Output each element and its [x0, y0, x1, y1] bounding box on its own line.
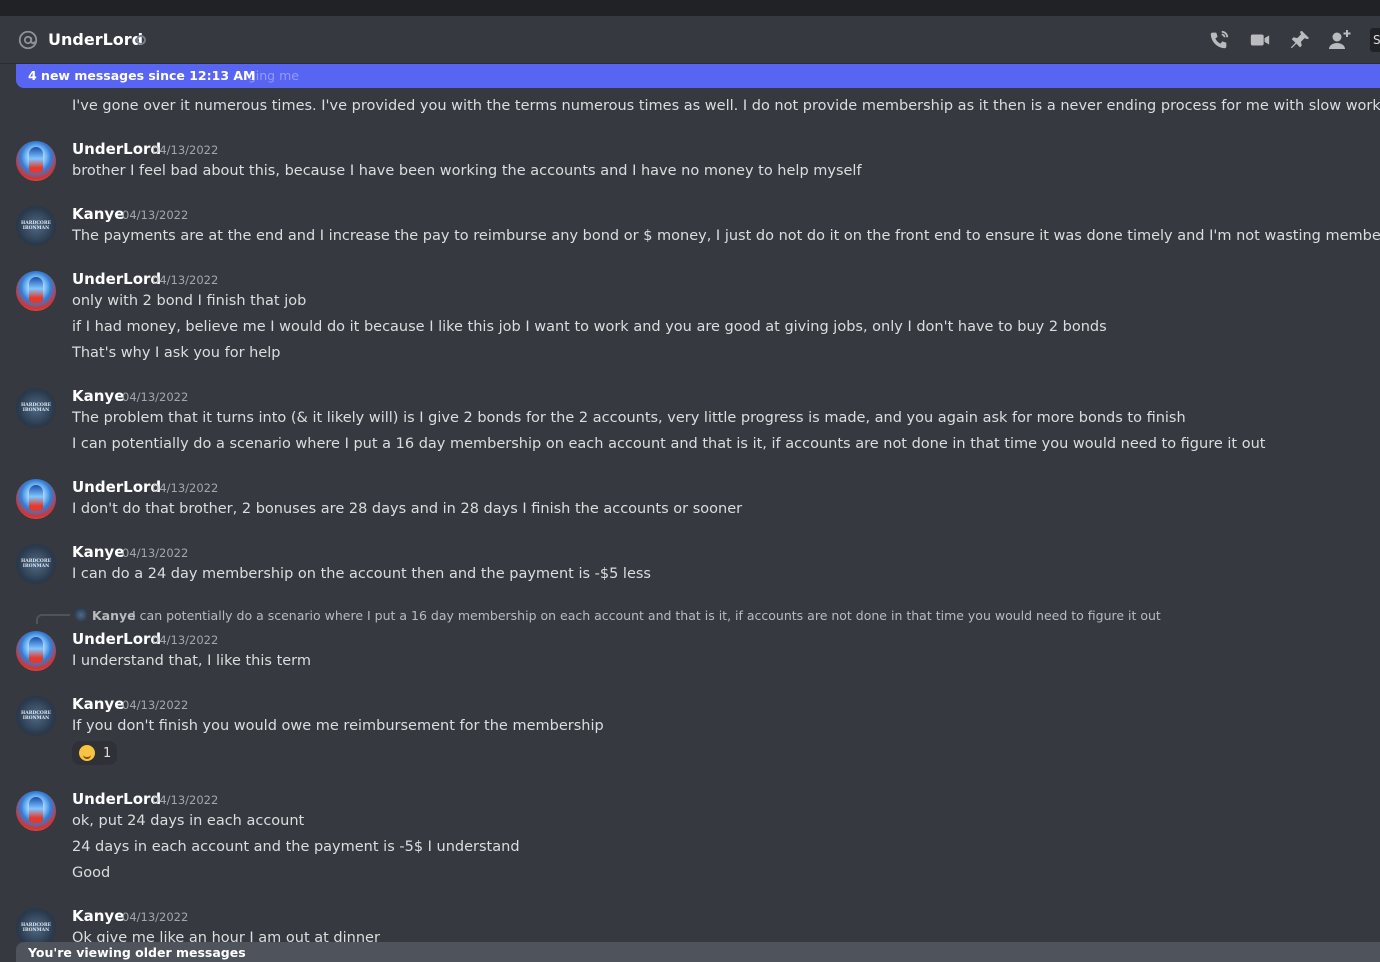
window-titlebar: [0, 0, 1380, 16]
message-author[interactable]: Kanye: [72, 906, 124, 926]
new-messages-label: 4 new messages since 12:13 AM: [28, 68, 256, 83]
message-author[interactable]: UnderLord: [72, 139, 161, 159]
avatar[interactable]: HARDCORE IRONMAN: [16, 908, 56, 942]
message-timestamp: 04/13/2022: [152, 143, 219, 157]
new-messages-ghost-text: ging me: [247, 68, 299, 83]
message-content: I don't do that brother, 2 bonuses are 2…: [72, 501, 743, 517]
message-timestamp: 04/13/2022: [152, 793, 219, 807]
reply-author[interactable]: Kanye: [92, 608, 136, 624]
reaction-count: 1: [103, 745, 112, 761]
add-friend-icon[interactable]: [1328, 28, 1352, 52]
avatar[interactable]: HARDCORE IRONMAN: [16, 388, 56, 428]
message-timestamp: 04/13/2022: [122, 910, 189, 924]
message-author[interactable]: UnderLord: [72, 269, 161, 289]
message-content: That's why I ask you for help: [72, 345, 281, 361]
message-content: brother I feel bad about this, because I…: [72, 163, 862, 179]
reaction-button[interactable]: 1: [72, 741, 117, 765]
older-messages-bar[interactable]: You're viewing older messages: [16, 942, 1380, 962]
message-timestamp: 04/13/2022: [152, 633, 219, 647]
avatar[interactable]: HARDCORE IRONMAN: [16, 696, 56, 736]
avatar[interactable]: [16, 631, 56, 671]
message-content: I've gone over it numerous times. I've p…: [72, 98, 1380, 114]
message-timestamp: 04/13/2022: [122, 546, 189, 560]
message-author[interactable]: UnderLord: [72, 629, 161, 649]
message-author[interactable]: Kanye: [72, 542, 124, 562]
smiling-face-icon: [79, 745, 95, 761]
avatar[interactable]: HARDCORE IRONMAN: [16, 544, 56, 584]
avatar[interactable]: HARDCORE IRONMAN: [16, 206, 56, 246]
message-content: if I had money, believe me I would do it…: [72, 319, 1107, 335]
message-content: The problem that it turns into (& it lik…: [72, 410, 1186, 426]
new-messages-bar[interactable]: 4 new messages since 12:13 AM ging me: [16, 64, 1380, 88]
message-content: Good: [72, 865, 111, 881]
message-timestamp: 04/13/2022: [152, 481, 219, 495]
message-content: I understand that, I like this term: [72, 653, 312, 669]
video-icon[interactable]: [1248, 28, 1272, 52]
pin-icon[interactable]: [1288, 28, 1312, 52]
message-content: I can potentially do a scenario where I …: [72, 436, 1266, 452]
message-content: ok, put 24 days in each account: [72, 813, 305, 829]
message-author[interactable]: Kanye: [72, 694, 124, 714]
message-content: Ok give me like an hour I am out at dinn…: [72, 930, 380, 942]
message-content: If you don't finish you would owe me rei…: [72, 718, 604, 734]
message-content: I can do a 24 day membership on the acco…: [72, 566, 651, 582]
message-content: only with 2 bond I finish that job: [72, 293, 307, 309]
avatar[interactable]: [16, 479, 56, 519]
offline-status-icon: [136, 35, 146, 45]
reply-avatar: [74, 608, 88, 622]
reply-preview[interactable]: I can potentially do a scenario where I …: [132, 608, 1161, 624]
message-author[interactable]: UnderLord: [72, 789, 161, 809]
call-icon[interactable]: [1207, 28, 1231, 52]
channel-title: UnderLord: [48, 30, 144, 49]
message-list[interactable]: I've gone over it numerous times. I've p…: [0, 88, 1380, 942]
message-author[interactable]: UnderLord: [72, 477, 161, 497]
message-author[interactable]: Kanye: [72, 204, 124, 224]
message-timestamp: 04/13/2022: [122, 698, 189, 712]
avatar[interactable]: [16, 141, 56, 181]
avatar[interactable]: [16, 791, 56, 831]
message-timestamp: 04/13/2022: [122, 208, 189, 222]
message-author[interactable]: Kanye: [72, 386, 124, 406]
search-input[interactable]: S: [1370, 28, 1380, 52]
message-content: The payments are at the end and I increa…: [72, 228, 1380, 244]
message-content: 24 days in each account and the payment …: [72, 839, 520, 855]
reply-spine: [36, 614, 70, 624]
avatar[interactable]: [16, 271, 56, 311]
message-timestamp: 04/13/2022: [152, 273, 219, 287]
channel-header: UnderLord S: [0, 16, 1380, 64]
at-icon: [18, 30, 38, 50]
message-timestamp: 04/13/2022: [122, 390, 189, 404]
